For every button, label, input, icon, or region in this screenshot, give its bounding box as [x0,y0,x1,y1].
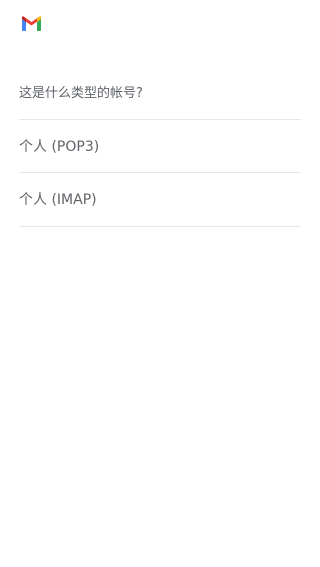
account-type-option-imap[interactable]: 个人 (IMAP) [19,173,301,225]
account-type-question: 这是什么类型的帐号? [19,86,143,101]
option-label: 个人 (IMAP) [19,192,97,208]
account-type-option-pop3[interactable]: 个人 (POP3) [19,120,301,172]
divider [19,226,301,227]
gmail-logo-icon [22,16,41,31]
option-label: 个人 (POP3) [19,139,100,155]
